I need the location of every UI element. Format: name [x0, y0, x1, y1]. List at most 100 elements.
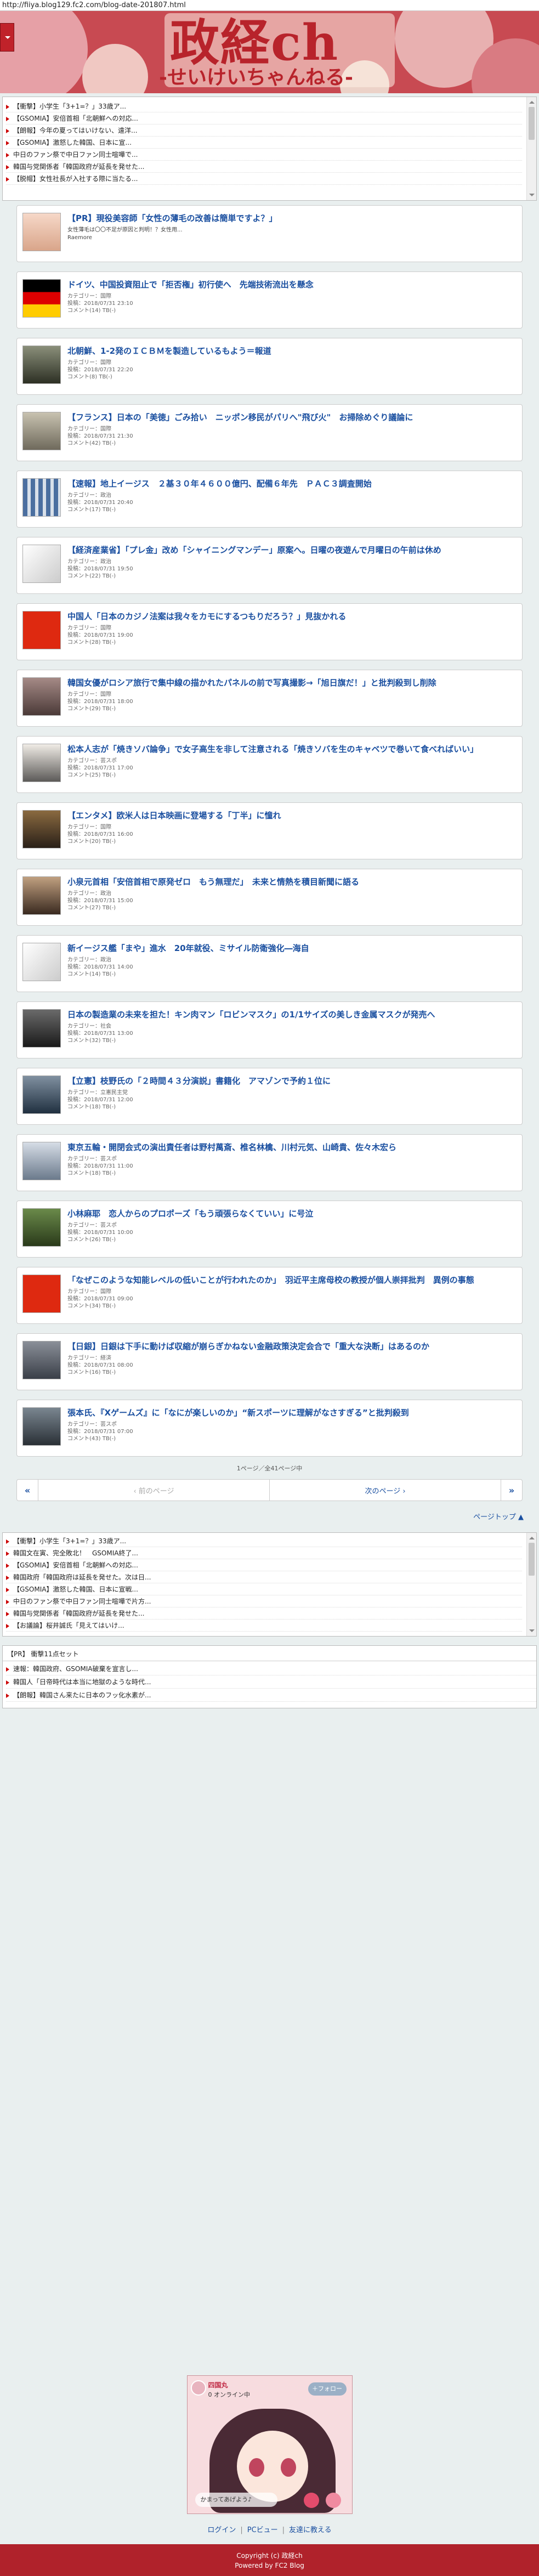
list-item[interactable]: 【GSOMIA】安倍首相「北朝鮮への対応...: [6, 1559, 522, 1571]
article-thumbnail[interactable]: [22, 943, 61, 981]
article-comments[interactable]: コメント(20) TB(-): [67, 838, 517, 845]
list-item[interactable]: 【脱帽】女性社長が入社する際に当たる...: [6, 173, 522, 185]
article-comments[interactable]: コメント(14) TB(-): [67, 307, 517, 314]
article-comments[interactable]: コメント(26) TB(-): [67, 1236, 517, 1243]
article-title[interactable]: 中国人「日本のカジノ法案は我々をカモにするつもりだろう？」見抜かれる: [67, 611, 517, 622]
article-card[interactable]: 新イージス艦「まや」進水 20年就役、ミサイル防衛強化―海自 カテゴリー：政治 投稿…: [16, 935, 523, 992]
scroll-up-icon[interactable]: [529, 1534, 535, 1539]
page-top-link[interactable]: ページトップ ▲: [0, 1511, 524, 1521]
article-card[interactable]: 韓国女優がロシア旅行で集中線の描かれたパネルの前で写真撮影→「旭日旗だ！」と批判…: [16, 670, 523, 727]
article-comments[interactable]: コメント(27) TB(-): [67, 904, 517, 911]
article-thumbnail[interactable]: [22, 677, 61, 716]
article-comments[interactable]: コメント(18) TB(-): [67, 1170, 517, 1177]
scroll-down-icon[interactable]: [529, 1629, 535, 1635]
article-comments[interactable]: コメント(29) TB(-): [67, 705, 517, 712]
article-link[interactable]: 韓国与党関係者「韓国政府が延長を発せた...: [13, 163, 144, 171]
article-title[interactable]: 小林麻耶 恋人からのプロポーズ「もう頑張らなくていい」に号泣: [67, 1208, 517, 1219]
article-thumbnail[interactable]: [22, 744, 61, 782]
article-thumbnail[interactable]: [22, 1075, 61, 1114]
article-thumbnail[interactable]: [22, 1341, 61, 1379]
article-card[interactable]: 【エンタメ】欧米人は日本映画に登場する「丁半」に憧れ カテゴリー：国際 投稿：201…: [16, 802, 523, 859]
article-title[interactable]: 【経済産業省】「プレ金」改め「シャイニングマンデー」原案へ。日曜の夜遊んで月曜日…: [67, 545, 517, 556]
article-thumbnail[interactable]: [22, 346, 61, 384]
article-card[interactable]: 【速報】地上イージス ２基３０年４６００億円、配備６年先 ＰＡＣ３調査開始 カテゴ…: [16, 471, 523, 528]
article-comments[interactable]: コメント(17) TB(-): [67, 506, 517, 513]
list-item[interactable]: 韓国文在寅、完全敗北！ GSOMIA終了...: [6, 1547, 522, 1559]
list-item[interactable]: 【GSOMIA】激怒した韓国、日本に宣戦...: [6, 1583, 522, 1595]
list-item[interactable]: 速報：韓国政府、GSOMIA破棄を宣言し...: [6, 1662, 536, 1675]
article-card[interactable]: 【フランス】日本の「美徳」ごみ拾い ニッポン移民がパリへ"飛び火" お掃除めぐり…: [16, 404, 523, 461]
share-link[interactable]: 友達に教える: [289, 2526, 332, 2534]
article-card[interactable]: 小泉元首相「安倍首相で原発ゼロ もう無理だ」 未来と情熱を積目新聞に語る カテゴリ…: [16, 869, 523, 926]
article-comments[interactable]: コメント(28) TB(-): [67, 639, 517, 646]
article-thumbnail[interactable]: [22, 279, 61, 318]
list-item[interactable]: 中日のファン祭で中日ファン同士喧嘩で片方...: [6, 1595, 522, 1607]
article-title[interactable]: 日本の製造業の未来を担た！キン肉マン「ロビンマスク」の1/1サイズの美しき金属マ…: [67, 1009, 517, 1020]
article-title[interactable]: 張本氏、『Xゲームズ』に「なにが楽しいのか」“新スポーツに理解がなさすぎる”と批…: [67, 1407, 517, 1418]
article-title[interactable]: 「なぜこのような知能レベルの低いことが行われたのか」 羽近平主席母校の教授が個人…: [67, 1275, 517, 1286]
article-title[interactable]: 【立憲】枝野氏の「２時間４３分演説」書籍化 アマゾンで予約１位に: [67, 1075, 517, 1086]
list-item[interactable]: 【朗報】韓国さん来たに日本のフッ化水素が...: [6, 1689, 536, 1702]
message-input[interactable]: かまってあげよう♪: [195, 2493, 277, 2507]
article-thumbnail[interactable]: [22, 1009, 61, 1048]
article-thumbnail[interactable]: [22, 545, 61, 583]
article-comments[interactable]: コメント(14) TB(-): [67, 971, 517, 978]
article-thumbnail[interactable]: [22, 876, 61, 915]
powered-by-link[interactable]: Powered by FC2 Blog: [0, 2561, 539, 2571]
article-title[interactable]: 【フランス】日本の「美徳」ごみ拾い ニッポン移民がパリへ"飛び火" お掃除めぐり…: [67, 412, 517, 423]
article-comments[interactable]: コメント(8) TB(-): [67, 373, 517, 381]
menu-toggle-button[interactable]: [0, 23, 14, 52]
site-title[interactable]: 政経ch: [170, 15, 339, 70]
article-link[interactable]: 【GSOMIA】激怒した韓国、日本に宣...: [13, 139, 132, 146]
article-link[interactable]: 【脱帽】女性社長が入社する際に当たる...: [13, 175, 138, 183]
scroll-thumb[interactable]: [529, 107, 535, 140]
pr-card[interactable]: 【PR】現役美容師「女性の薄毛の改善は簡単ですよ？」 女性薄毛は〇〇不足が原因と判…: [16, 205, 523, 262]
article-comments[interactable]: コメント(22) TB(-): [67, 573, 517, 580]
article-title[interactable]: 【日銀】日銀は下手に動けば収縮が崩らぎかねない金融政策決定会合で「重大な決断」は…: [67, 1341, 517, 1352]
list-item[interactable]: 【衝撃】小学生「3+1=？」33歳ア...: [6, 1535, 522, 1547]
article-link[interactable]: 【GSOMIA】安倍首相「北朝鮮への対応...: [13, 115, 138, 122]
article-link[interactable]: 【お議論】桜井誠氏「見えてはいけ...: [13, 1622, 124, 1629]
article-link[interactable]: 【衝撃】小学生「3+1=？」33歳ア...: [13, 103, 126, 110]
scroll-down-icon[interactable]: [529, 194, 535, 199]
article-card[interactable]: ドイツ、中国投資阻止で「拒否権」初行使へ 先端技術流出を懸念 カテゴリー：国際 投稿…: [16, 271, 523, 329]
article-thumbnail[interactable]: [22, 213, 61, 251]
pr-link[interactable]: 韓国人「日帝時代は本当に地獄のような時代...: [13, 1678, 151, 1686]
article-card[interactable]: 東京五輪・開閉会式の演出責任者は野村萬斎、椎名林檎、川村元気、山崎貴、佐々木宏ら…: [16, 1134, 523, 1191]
article-link[interactable]: 【朗報】今年の夏ってはいけない、遠洋...: [13, 127, 138, 134]
article-comments[interactable]: コメント(43) TB(-): [67, 1435, 517, 1442]
article-link[interactable]: 中日のファン祭で中日ファン同士喧嘩で片方...: [13, 1598, 151, 1605]
article-title[interactable]: 【速報】地上イージス ２基３０年４６００億円、配備６年先 ＰＡＣ３調査開始: [67, 478, 517, 489]
article-thumbnail[interactable]: [22, 1142, 61, 1180]
article-card[interactable]: 北朝鮮、1-2発のＩＣＢＭを製造しているもよう＝報道 カテゴリー：国際 投稿：201…: [16, 338, 523, 395]
list-item[interactable]: 【お議論】桜井誠氏「見えてはいけ...: [6, 1620, 522, 1632]
article-comments[interactable]: コメント(34) TB(-): [67, 1303, 517, 1310]
pc-view-link[interactable]: PCビュー: [247, 2526, 278, 2534]
follow-button[interactable]: ＋フォロー: [308, 2382, 347, 2396]
pr-link[interactable]: 【朗報】韓国さん来たに日本のフッ化水素が...: [13, 1691, 151, 1699]
login-link[interactable]: ログイン: [207, 2526, 236, 2534]
pr-link[interactable]: 速報：韓国政府、GSOMIA破棄を宣言し...: [13, 1665, 138, 1673]
list-item[interactable]: 【GSOMIA】安倍首相「北朝鮮への対応...: [6, 112, 522, 124]
article-card[interactable]: 【経済産業省】「プレ金」改め「シャイニングマンデー」原案へ。日曜の夜遊んで月曜日…: [16, 537, 523, 594]
article-title[interactable]: 韓国女優がロシア旅行で集中線の描かれたパネルの前で写真撮影→「旭日旗だ！」と批判…: [67, 677, 517, 688]
gift-icon[interactable]: [303, 2493, 319, 2508]
list-item[interactable]: 韓国政府「韓国政府は延長を発せた。次は日...: [6, 1571, 522, 1583]
article-title[interactable]: 【エンタメ】欧米人は日本映画に登場する「丁半」に憧れ: [67, 810, 517, 821]
article-link[interactable]: 韓国与党関係者「韓国政府が延長を発せた...: [13, 1610, 144, 1617]
article-title[interactable]: ドイツ、中国投資阻止で「拒否権」初行使へ 先端技術流出を懸念: [67, 279, 517, 290]
article-title[interactable]: 東京五輪・開閉会式の演出責任者は野村萬斎、椎名林檎、川村元気、山崎貴、佐々木宏ら: [67, 1142, 517, 1153]
list-item[interactable]: 【GSOMIA】激怒した韓国、日本に宣...: [6, 137, 522, 149]
article-thumbnail[interactable]: [22, 478, 61, 517]
article-card[interactable]: 【立憲】枝野氏の「２時間４３分演説」書籍化 アマゾンで予約１位に カテゴリー：立憲…: [16, 1068, 523, 1125]
article-title[interactable]: 松本人志が「焼きソバ論争」で女子高生を非して注意される「焼きソバを生のキャベツで…: [67, 744, 517, 755]
article-link[interactable]: 【GSOMIA】安倍首相「北朝鮮への対応...: [13, 1561, 138, 1569]
list-item[interactable]: 韓国与党関係者「韓国政府が延長を発せた...: [6, 161, 522, 173]
article-card[interactable]: 松本人志が「焼きソバ論争」で女子高生を非して注意される「焼きソバを生のキャベツで…: [16, 736, 523, 793]
article-title[interactable]: 北朝鮮、1-2発のＩＣＢＭを製造しているもよう＝報道: [67, 346, 517, 356]
article-thumbnail[interactable]: [22, 1407, 61, 1446]
list-item[interactable]: 中日のファン祭で中日ファン同士喧嘩で...: [6, 149, 522, 161]
article-comments[interactable]: コメント(32) TB(-): [67, 1037, 517, 1044]
article-link[interactable]: 中日のファン祭で中日ファン同士喧嘩で...: [13, 151, 138, 158]
live-widget[interactable]: 四国丸 0 オンライン中 ＋フォロー かまってあげよう♪: [186, 2375, 353, 2514]
